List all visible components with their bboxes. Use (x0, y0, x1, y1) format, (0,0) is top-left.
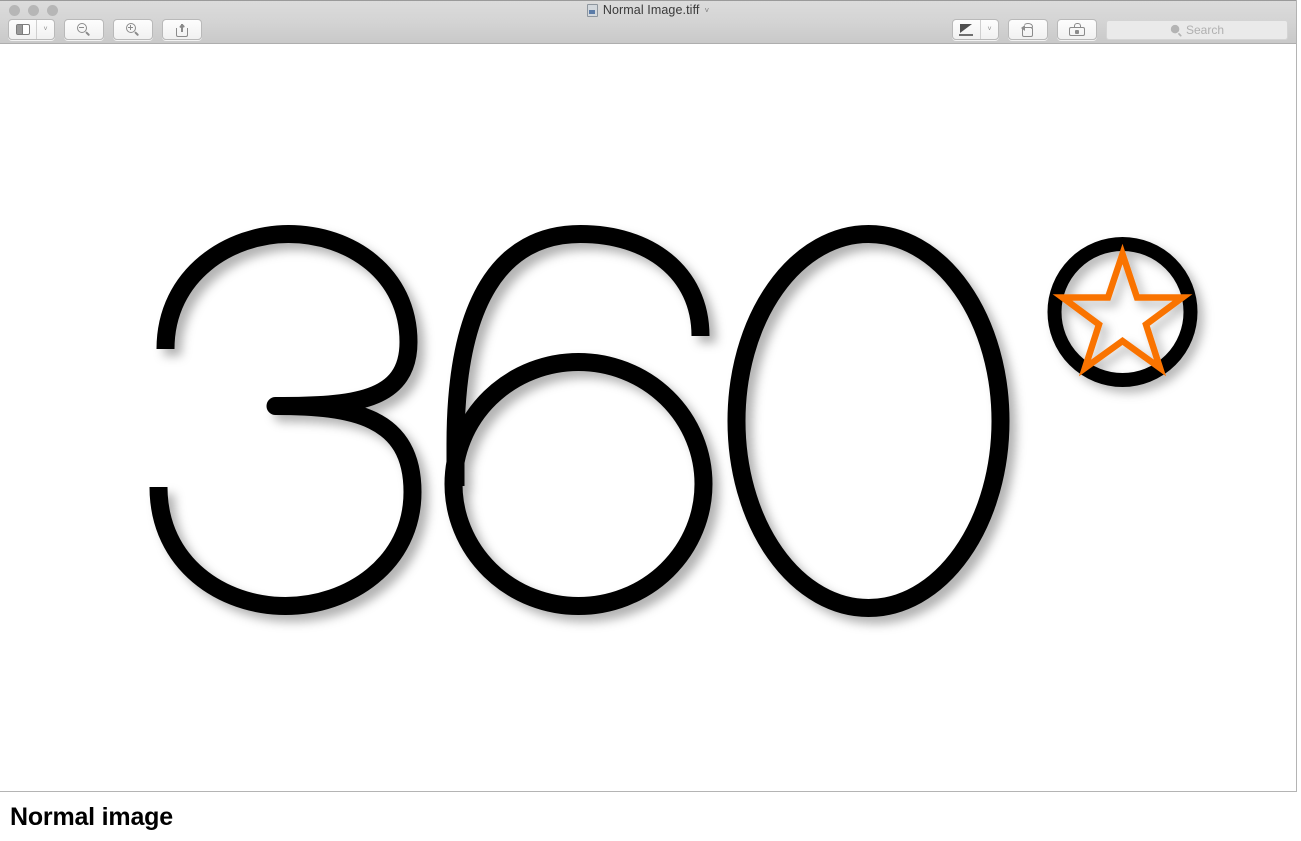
digit-0 (727, 225, 1010, 617)
pen-chevron-down-icon[interactable]: ˅ (981, 20, 998, 39)
page-caption: Normal image (10, 803, 173, 831)
search-icon (1170, 24, 1182, 37)
image-canvas[interactable] (0, 44, 1296, 791)
window-title-group: Normal Image.tiff ˅ (0, 3, 1296, 17)
sidebar-icon-wrap (9, 20, 37, 39)
zoom-button[interactable] (47, 5, 58, 16)
pen-icon (959, 23, 974, 36)
toolbar-left-group: ˅ (8, 19, 202, 40)
window-titlebar: Normal Image.tiff ˅ ˅ ˅ Search (0, 0, 1296, 44)
zoom-in-button[interactable] (113, 19, 153, 40)
search-input[interactable]: Search (1106, 19, 1288, 40)
magnifier-minus-icon (77, 22, 91, 37)
share-icon (176, 23, 188, 37)
star-outline (1052, 243, 1193, 377)
rotate-button[interactable] (1008, 19, 1048, 40)
pen-icon-wrap (953, 20, 981, 39)
sidebar-icon (15, 24, 30, 35)
preview-window: Normal Image.tiff ˅ ˅ ˅ Search (0, 0, 1297, 792)
sidebar-chevron-down-icon[interactable]: ˅ (37, 20, 54, 39)
minimize-button[interactable] (28, 5, 39, 16)
share-button[interactable] (162, 19, 202, 40)
digits-group (149, 225, 1010, 617)
degree-ring (1047, 237, 1198, 387)
digit-6-bowl (444, 353, 713, 615)
sidebar-toggle-button[interactable]: ˅ (8, 19, 55, 40)
markup-pen-button[interactable]: ˅ (952, 19, 999, 40)
rotate-counterclockwise-icon (1021, 22, 1036, 37)
markup-toolbar-button[interactable] (1057, 19, 1097, 40)
digit-3 (149, 225, 422, 615)
360-degree-star-graphic (149, 225, 1198, 617)
zoom-out-button[interactable] (64, 19, 104, 40)
search-placeholder: Search (1185, 22, 1225, 37)
title-chevron-down-icon[interactable]: ˅ (704, 7, 709, 15)
toolbox-icon (1069, 23, 1085, 36)
close-button[interactable] (9, 5, 20, 16)
degree-symbol (1047, 237, 1198, 387)
window-title: Normal Image.tiff (602, 3, 700, 17)
magnifier-plus-icon (126, 22, 140, 37)
traffic-lights (9, 5, 58, 16)
tiff-document-icon (586, 3, 598, 17)
toolbar-right-group: ˅ Search (952, 19, 1288, 40)
